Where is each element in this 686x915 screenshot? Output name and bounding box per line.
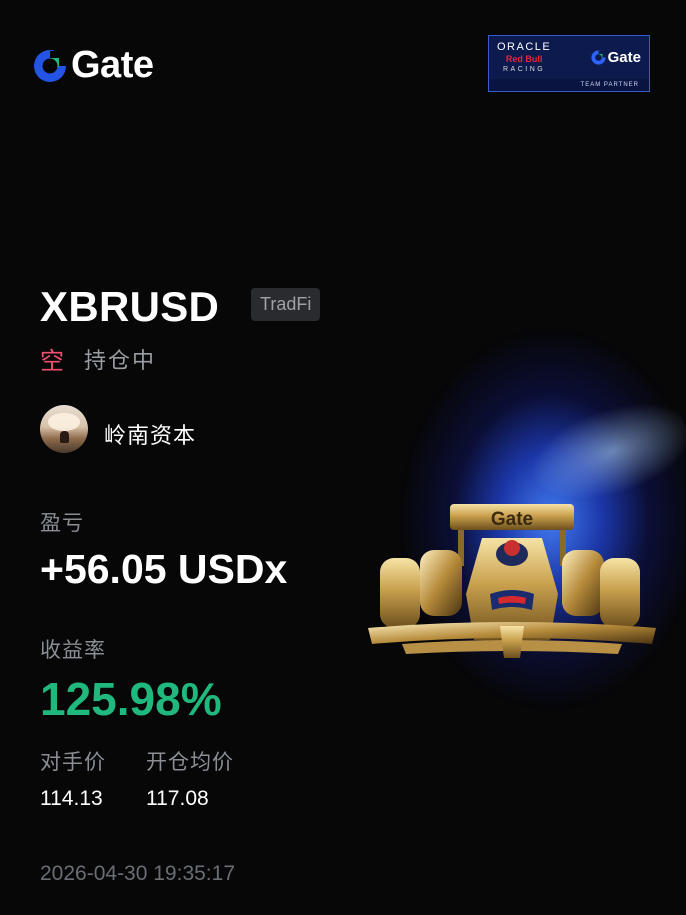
username: 岭南资本 xyxy=(104,423,197,448)
oracle-text: ORACLE xyxy=(497,41,552,53)
market-tag: TradFi xyxy=(251,288,321,321)
partner-gate-text: Gate xyxy=(607,49,641,66)
mark-price-value: 114.13 xyxy=(40,787,103,810)
roi-value: 125.98% xyxy=(40,673,222,725)
entry-price-value: 117.08 xyxy=(146,787,209,810)
gate-logo: Gate xyxy=(33,44,154,87)
racing-text: RACING xyxy=(503,66,546,73)
avatar xyxy=(40,405,88,453)
mark-price-label: 对手价 xyxy=(40,751,106,774)
gate-mini-icon xyxy=(591,50,606,65)
position-status: 持仓中 xyxy=(84,348,157,373)
gate-logo-text: Gate xyxy=(71,44,154,86)
partner-gate-logo: Gate xyxy=(591,49,641,66)
entry-price-label: 开仓均价 xyxy=(146,751,234,774)
pnl-value: +56.05 USDx xyxy=(40,546,288,592)
timestamp: 2026-04-30 19:35:17 xyxy=(40,862,235,885)
team-partner-badge: ORACLE Red Bull RACING Gate TEAM PARTNER xyxy=(488,35,650,92)
roi-label: 收益率 xyxy=(40,639,106,662)
redbull-text: Red Bull xyxy=(505,54,543,64)
gate-logo-icon xyxy=(34,49,66,82)
symbol-title: XBRUSD xyxy=(40,283,220,330)
pnl-label: 盈亏 xyxy=(40,512,84,535)
f1-car-illustration: Gate xyxy=(368,504,656,658)
car-wing-text: Gate xyxy=(491,509,533,530)
team-partner-label: TEAM PARTNER xyxy=(489,79,649,91)
position-side: 空 xyxy=(40,348,64,375)
